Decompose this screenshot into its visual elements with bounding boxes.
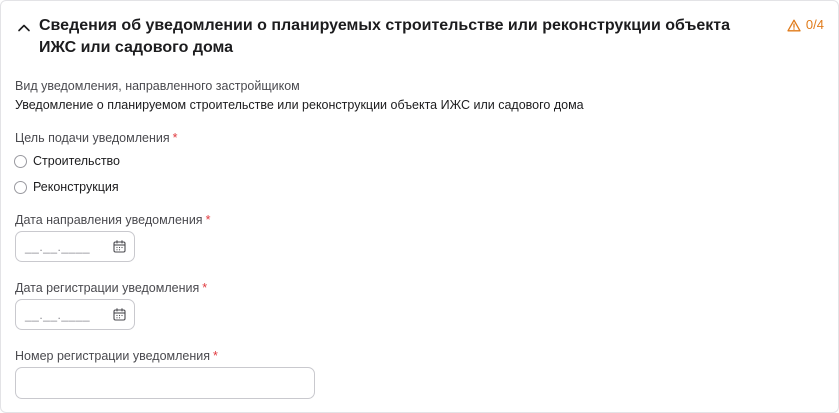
required-marker: * — [172, 131, 178, 145]
required-marker: * — [202, 281, 208, 295]
radio-construction[interactable]: Строительство — [14, 152, 120, 170]
notification-section-card: Сведения об уведомлении о планируемых ст… — [0, 0, 839, 413]
radio-construction-label: Строительство — [33, 154, 120, 168]
registration-date-label-text: Дата регистрации уведомления — [15, 281, 200, 295]
registration-date-placeholder: __.__.____ — [25, 308, 91, 322]
required-marker: * — [205, 213, 211, 227]
purpose-label: Цель подачи уведомления * — [15, 130, 178, 146]
validation-counter-text: 0/4 — [805, 17, 824, 32]
notification-type-value: Уведомление о планируемом строительстве … — [15, 98, 584, 112]
calendar-icon[interactable] — [113, 240, 126, 253]
registration-date-label: Дата регистрации уведомления * — [15, 280, 207, 296]
send-date-label-text: Дата направления уведомления — [15, 213, 203, 227]
radio-reconstruction[interactable]: Реконструкция — [14, 178, 119, 196]
radio-circle[interactable] — [14, 154, 27, 168]
required-marker: * — [213, 349, 218, 363]
notification-type-label: Вид уведомления, направленного застройщи… — [15, 79, 300, 93]
send-date-label: Дата направления уведомления * — [15, 212, 210, 228]
send-date-input[interactable]: __.__.____ — [15, 231, 135, 262]
calendar-icon[interactable] — [113, 308, 126, 321]
registration-number-label-text: Номер регистрации уведомления — [15, 349, 211, 363]
registration-date-input[interactable]: __.__.____ — [15, 299, 135, 330]
chevron-up-icon[interactable] — [14, 18, 34, 38]
radio-circle[interactable] — [14, 180, 27, 194]
section-title: Сведения об уведомлении о планируемых ст… — [39, 17, 730, 56]
send-date-placeholder: __.__.____ — [25, 240, 91, 254]
registration-number-label: Номер регистрации уведомления * — [15, 348, 218, 364]
section-header: Сведения об уведомлении о планируемых ст… — [1, 1, 839, 61]
purpose-label-text: Цель подачи уведомления — [15, 131, 170, 145]
registration-number-input[interactable] — [15, 367, 315, 399]
radio-reconstruction-label: Реконструкция — [33, 180, 119, 194]
validation-counter: 0/4 — [787, 16, 824, 34]
warning-triangle-icon — [787, 19, 801, 32]
